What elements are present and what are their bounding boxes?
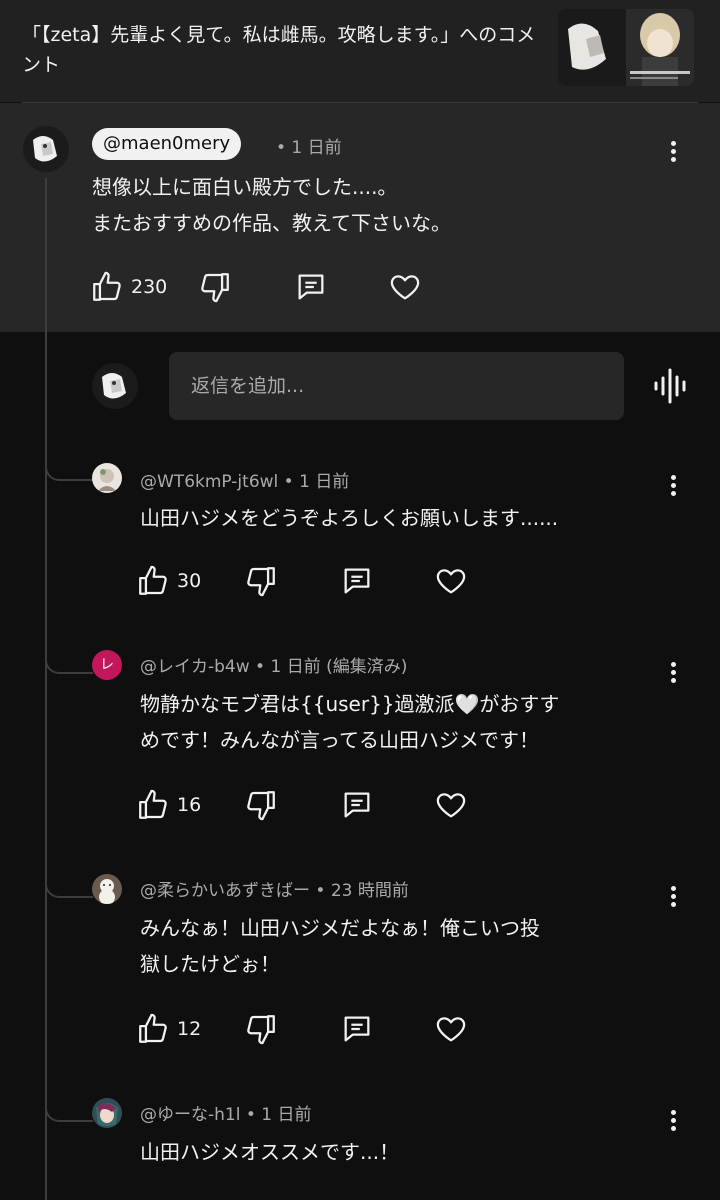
main-comment-author[interactable]: @maen0mery (92, 128, 242, 160)
video-thumbnail[interactable] (558, 9, 694, 86)
heart-icon[interactable] (434, 788, 468, 822)
thumbs-up-icon[interactable] (90, 270, 124, 304)
comment-icon[interactable] (340, 788, 374, 822)
reply-avatar[interactable]: レ (92, 650, 122, 680)
reply-connector (45, 876, 93, 898)
main-like-count: 230 (131, 276, 168, 298)
thumbs-down-icon[interactable] (244, 788, 278, 822)
reply-text: 物静かなモブ君は{{user}}過激派🤍がおすす めです！みんなが言ってる山田ハ… (140, 692, 560, 752)
reply-connector (45, 652, 93, 674)
more-vert-icon[interactable] (661, 1105, 685, 1135)
comment-icon[interactable] (340, 1012, 374, 1046)
more-vert-icon[interactable] (661, 657, 685, 687)
main-comment-text: 想像以上に面白い殿方でした....。 またおすすめの作品、教えて下さいな。 (92, 175, 451, 235)
reply-meta: @柔らかいあずきばー • 23 時間前 (140, 881, 409, 901)
comments-header: 「【zeta】先輩よく見て。私は雌馬。攻略します。」へのコメント (0, 0, 720, 102)
more-vert-icon[interactable] (661, 881, 685, 911)
reply-text: みんなぁ！山田ハジメだよなぁ！俺こいつ投 獄したけどぉ！ (140, 916, 540, 976)
reply-connector (45, 1100, 93, 1122)
thumbs-down-icon[interactable] (244, 564, 278, 598)
reply-avatar[interactable] (92, 1098, 122, 1128)
heart-icon[interactable] (434, 564, 468, 598)
reply-connector (45, 459, 93, 481)
more-vert-icon[interactable] (661, 136, 685, 166)
reply-meta: @WT6kmP-jt6wl • 1 日前 (140, 472, 350, 492)
current-user-avatar (92, 363, 138, 409)
comment-icon[interactable] (340, 564, 374, 598)
comment-icon[interactable] (294, 270, 328, 304)
thumbs-up-icon[interactable] (136, 1012, 170, 1046)
more-vert-icon[interactable] (661, 470, 685, 500)
reply-meta: @レイカ-b4w • 1 日前 (編集済み) (140, 657, 408, 677)
main-comment-avatar[interactable] (23, 126, 69, 172)
mic-waveform-icon[interactable] (651, 366, 691, 406)
main-comment-time: • 1 日前 (276, 138, 342, 158)
header-title: 「【zeta】先輩よく見て。私は雌馬。攻略します。」へのコメント (22, 24, 536, 76)
thumbs-down-icon[interactable] (198, 270, 232, 304)
reply-text: 山田ハジメをどうぞよろしくお願いします...... (140, 506, 559, 530)
thread-line (45, 178, 47, 1200)
thumbs-down-icon[interactable] (244, 1012, 278, 1046)
reply-avatar[interactable] (92, 874, 122, 904)
reply-like-count: 12 (177, 1018, 202, 1040)
heart-icon[interactable] (434, 1012, 468, 1046)
thumbs-up-icon[interactable] (136, 788, 170, 822)
thumbs-up-icon[interactable] (136, 564, 170, 598)
reply-text: 山田ハジメオススメです...！ (140, 1140, 400, 1164)
reply-like-count: 30 (177, 570, 202, 592)
reply-input[interactable]: 返信を追加... (169, 352, 624, 420)
reply-like-count: 16 (177, 794, 202, 816)
heart-icon[interactable] (388, 270, 422, 304)
reply-meta: @ゆーな-h1l • 1 日前 (140, 1105, 312, 1125)
reply-avatar[interactable] (92, 463, 122, 493)
